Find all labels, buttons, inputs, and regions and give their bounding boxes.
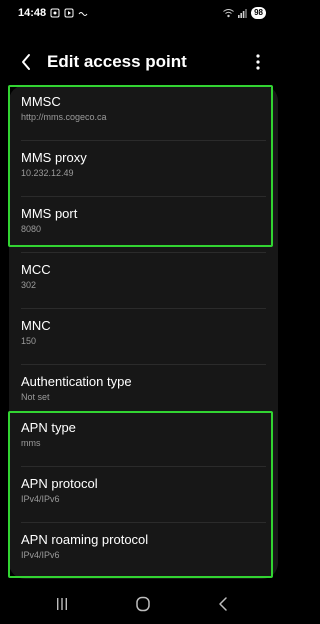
list-item-apn-roaming-protocol[interactable]: APN roaming protocol IPv4/IPv6 bbox=[9, 523, 278, 579]
status-notification-icons bbox=[50, 8, 88, 18]
item-value: IPv4/IPv6 bbox=[21, 494, 60, 504]
list-item-mmsc[interactable]: MMSC http://mms.cogeco.ca bbox=[9, 85, 278, 141]
status-bar: 14:48 98 bbox=[0, 0, 287, 28]
battery-indicator: 98 bbox=[251, 7, 266, 19]
item-label: APN type bbox=[21, 420, 76, 435]
item-value: 10.232.12.49 bbox=[21, 168, 74, 178]
wifi-icon bbox=[223, 9, 234, 18]
item-value: 302 bbox=[21, 280, 37, 290]
item-value: IPv4/IPv6 bbox=[21, 550, 60, 560]
list-item-apn-protocol[interactable]: APN protocol IPv4/IPv6 bbox=[9, 467, 278, 523]
item-label: MMS port bbox=[21, 206, 78, 221]
screenshot-icon bbox=[50, 8, 60, 18]
status-time: 14:48 bbox=[18, 7, 47, 19]
list-item-mcc[interactable]: MCC 302 bbox=[9, 253, 278, 309]
cell-signal-icon bbox=[238, 9, 247, 18]
back-icon[interactable] bbox=[214, 596, 234, 612]
item-label: MMS proxy bbox=[21, 150, 87, 165]
status-system-icons: 98 bbox=[223, 7, 266, 19]
item-label: MMSC bbox=[21, 94, 61, 109]
more-vertical-icon[interactable] bbox=[250, 53, 266, 71]
item-label: APN roaming protocol bbox=[21, 532, 149, 547]
app-bar: Edit access point bbox=[0, 44, 287, 80]
item-value: 8080 bbox=[21, 224, 42, 234]
home-icon[interactable] bbox=[133, 596, 153, 612]
item-value: 150 bbox=[21, 336, 37, 346]
chevron-left-icon[interactable] bbox=[17, 52, 37, 72]
settings-list: MMSC http://mms.cogeco.ca MMS proxy 10.2… bbox=[9, 85, 278, 579]
play-icon bbox=[64, 8, 74, 18]
item-value: Not set bbox=[21, 392, 50, 402]
item-value: mms bbox=[21, 438, 41, 448]
recents-icon[interactable] bbox=[52, 596, 72, 612]
list-item-mms-port[interactable]: MMS port 8080 bbox=[9, 197, 278, 253]
item-label: Authentication type bbox=[21, 374, 132, 389]
page-title: Edit access point bbox=[47, 52, 187, 71]
item-label: MCC bbox=[21, 262, 51, 277]
signal-wave-icon bbox=[78, 12, 88, 16]
list-item-mnc[interactable]: MNC 150 bbox=[9, 309, 278, 365]
item-label: MNC bbox=[21, 318, 51, 333]
list-item-apn-type[interactable]: APN type mms bbox=[9, 411, 278, 467]
navigation-bar bbox=[0, 584, 287, 624]
item-value: http://mms.cogeco.ca bbox=[21, 112, 107, 122]
item-label: APN protocol bbox=[21, 476, 98, 491]
list-item-mms-proxy[interactable]: MMS proxy 10.232.12.49 bbox=[9, 141, 278, 197]
